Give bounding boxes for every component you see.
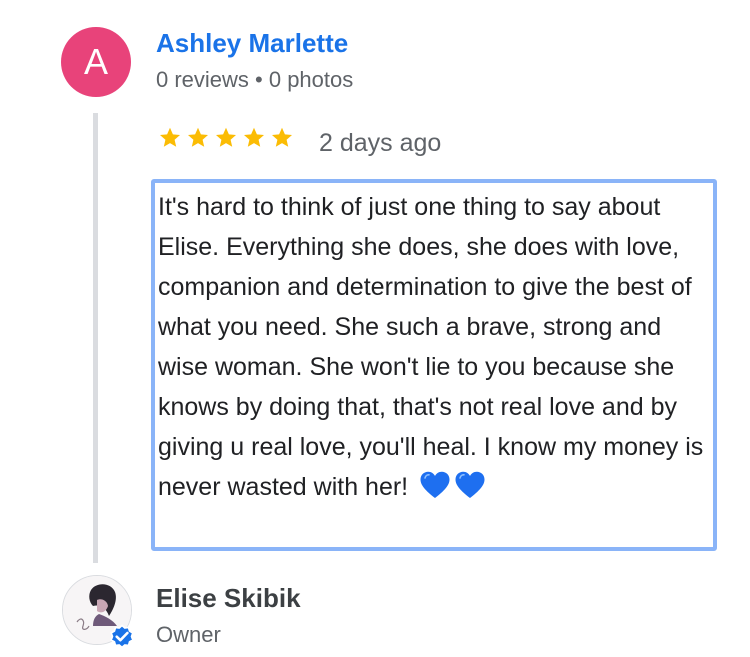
review-emoji [419, 470, 486, 500]
reviewer-avatar-initial: A [83, 41, 108, 82]
star-icon [160, 127, 180, 147]
blue-heart-icon [420, 471, 450, 498]
reviewer-meta: 0 reviews • 0 photos [156, 67, 354, 92]
owner-role: Owner [156, 622, 221, 647]
review-text: It's hard to think of just one thing to … [158, 193, 704, 501]
reviewer-name-link[interactable]: Ashley Marlette [156, 28, 348, 59]
review-text-box[interactable]: It's hard to think of just one thing to … [151, 179, 717, 551]
star-icon [272, 127, 292, 147]
verified-check-icon [110, 624, 134, 649]
blue-heart-icon [455, 471, 485, 498]
star-icon [216, 127, 236, 147]
review-time: 2 days ago [319, 129, 442, 157]
star-icon [244, 127, 264, 147]
owner-name[interactable]: Elise Skibik [156, 583, 301, 614]
reviewer-avatar[interactable]: A [61, 27, 131, 97]
thread-line [93, 113, 98, 563]
star-rating [158, 126, 294, 150]
star-icon [188, 127, 208, 147]
